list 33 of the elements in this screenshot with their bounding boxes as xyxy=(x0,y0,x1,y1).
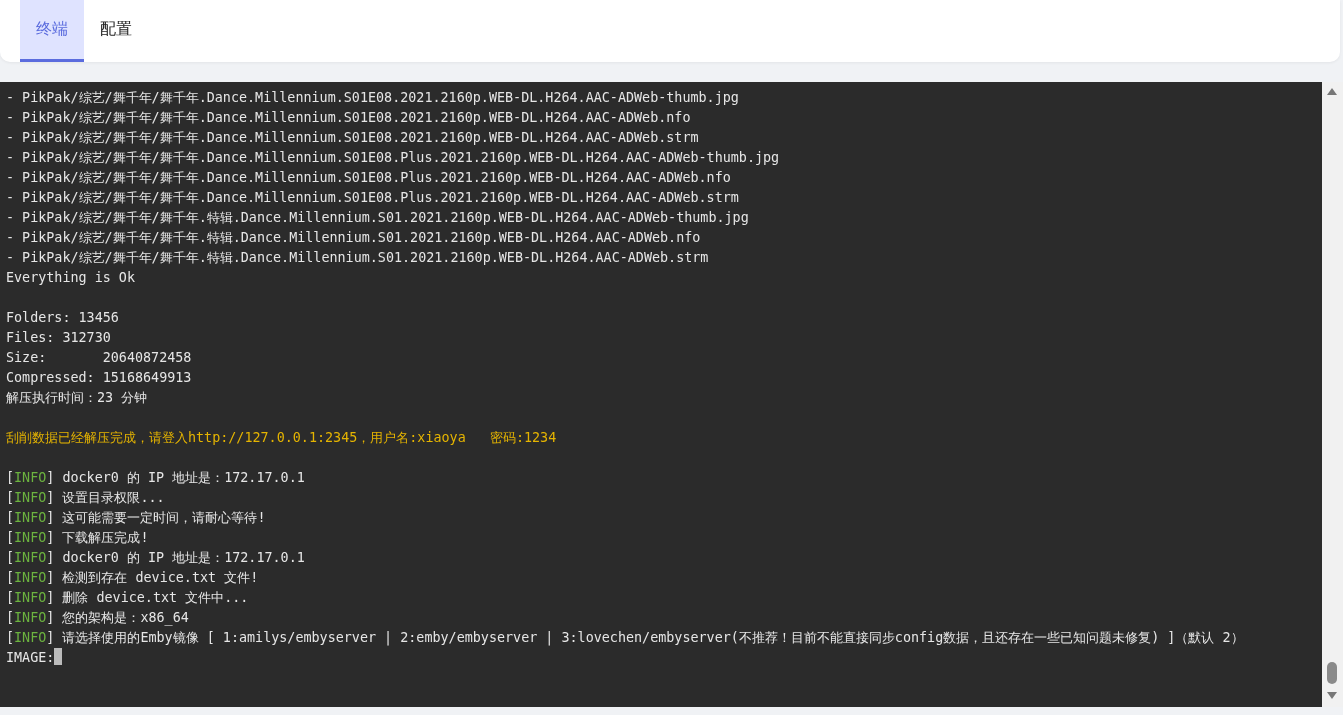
terminal-line: [INFO] 检测到存在 device.txt 文件! xyxy=(6,570,259,585)
terminal-line: Folders: 13456 xyxy=(6,309,120,327)
terminal-line: - PikPak/综艺/舞千年/舞千年.特辑.Dance.Millennium.S01.2021.2160p.WEB-DL.H264.AAC-ADWeb-thumb.jpg xyxy=(6,209,750,227)
terminal-line: - PikPak/综艺/舞千年/舞千年.特辑.Dance.Millennium.S01.2021.2160p.WEB-DL.H264.AAC-ADWeb.strm xyxy=(6,249,710,267)
scroll-thumb[interactable] xyxy=(1327,662,1337,684)
tab[interactable]: 配置 xyxy=(84,0,148,62)
terminal-line: 解压执行时间：23 分钟 xyxy=(6,389,149,407)
terminal-line: Everything is Ok xyxy=(6,269,136,287)
terminal-line: - PikPak/综艺/舞千年/舞千年.Dance.Millennium.S01E08.Plus.2021.2160p.WEB-DL.H264.AAC-ADWeb.strm xyxy=(6,189,740,207)
terminal-line: [INFO] docker0 的 IP 地址是：172.17.0.1 xyxy=(6,470,305,485)
scrollbar[interactable] xyxy=(1322,82,1343,707)
terminal-line: [INFO] 删除 device.txt 文件中... xyxy=(6,590,249,605)
terminal-line: - PikPak/综艺/舞千年/舞千年.Dance.Millennium.S01E08.Plus.2021.2160p.WEB-DL.H264.AAC-ADWeb-thumb.jpg xyxy=(6,149,781,167)
tab[interactable]: 终端 xyxy=(20,0,84,62)
terminal-line: - PikPak/综艺/舞千年/舞千年.Dance.Millennium.S01E08.2021.2160p.WEB-DL.H264.AAC-ADWeb.strm xyxy=(6,129,700,147)
terminal-line: Files: 312730 xyxy=(6,329,112,347)
terminal-line: - PikPak/综艺/舞千年/舞千年.Dance.Millennium.S01E08.2021.2160p.WEB-DL.H264.AAC-ADWeb-thumb.jpg xyxy=(6,89,740,107)
scroll-up-icon[interactable] xyxy=(1327,88,1337,95)
terminal-line: - PikPak/综艺/舞千年/舞千年.Dance.Millennium.S01E08.2021.2160p.WEB-DL.H264.AAC-ADWeb.nfo xyxy=(6,109,692,127)
terminal-line: Size: 20640872458 xyxy=(6,349,193,367)
terminal-prompt: IMAGE: xyxy=(6,650,55,665)
terminal-line: [INFO] 请选择使用的Emby镜像 [ 1:amilys/embyserver | 2:emby/embyserver | 3:lovechen/embyserver(不推荐！目前不能直接同步config数据，且还存在一些已知问题未修复) ]（默认 2） xyxy=(6,630,1244,645)
terminal-line: [INFO] docker0 的 IP 地址是：172.17.0.1 xyxy=(6,550,305,565)
terminal-line: [INFO] 设置目录权限... xyxy=(6,490,165,505)
terminal-line: [INFO] 下载解压完成! xyxy=(6,530,149,545)
terminal-line: Compressed: 15168649913 xyxy=(6,369,193,387)
terminal-line: - PikPak/综艺/舞千年/舞千年.Dance.Millennium.S01E08.Plus.2021.2160p.WEB-DL.H264.AAC-ADWeb.nfo xyxy=(6,169,732,187)
terminal-line: 刮削数据已经解压完成，请登入http://127.0.0.1:2345，用户名:xiaoya 密码:1234 xyxy=(6,429,558,447)
terminal-line: - PikPak/综艺/舞千年/舞千年.特辑.Dance.Millennium.S01.2021.2160p.WEB-DL.H264.AAC-ADWeb.nfo xyxy=(6,229,702,247)
terminal-line: [INFO] 这可能需要一定时间，请耐心等待! xyxy=(6,510,266,525)
scroll-down-icon[interactable] xyxy=(1327,692,1337,699)
terminal-line: [INFO] 您的架构是：x86_64 xyxy=(6,610,189,625)
cursor xyxy=(54,648,63,665)
